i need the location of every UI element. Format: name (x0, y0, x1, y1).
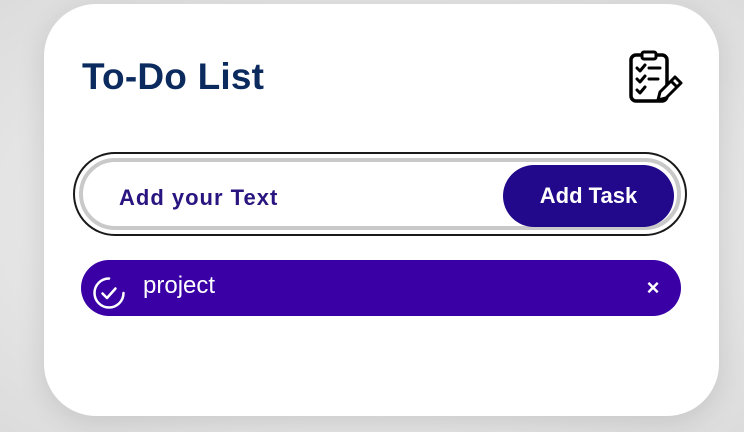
todo-card: To-Do List Add Task pro (44, 4, 719, 416)
check-circle-icon[interactable] (92, 276, 126, 310)
delete-task-button[interactable]: × (641, 276, 665, 300)
add-task-row: Add Task (73, 152, 687, 236)
input-frame: Add Task (79, 158, 681, 230)
task-text: project (143, 272, 216, 299)
checklist-edit-icon (629, 50, 683, 103)
task-item[interactable]: project × (81, 260, 681, 316)
add-task-button[interactable]: Add Task (503, 165, 674, 227)
page-background: To-Do List Add Task pro (0, 0, 744, 432)
task-input[interactable] (119, 180, 499, 216)
task-list: project × (81, 260, 681, 316)
page-title: To-Do List (82, 56, 265, 97)
